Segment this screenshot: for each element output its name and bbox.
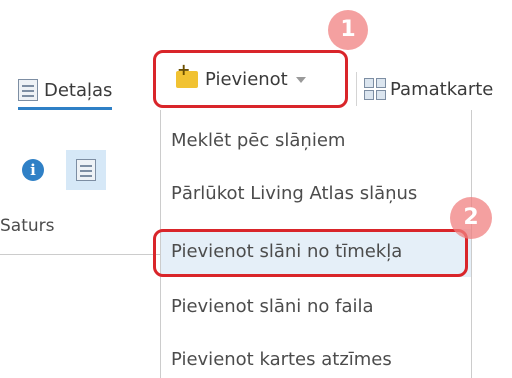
active-tab-indicator xyxy=(18,107,113,110)
step-badge-1: 1 xyxy=(328,10,368,50)
menu-item-browse-living-atlas[interactable]: Pārlūkot Living Atlas slāņus xyxy=(171,183,417,204)
tab-basemap-label: Pamatkarte xyxy=(390,78,494,100)
tab-details[interactable]: Detaļas xyxy=(18,72,113,110)
menu-item-add-map-notes[interactable]: Pievienot kartes atzīmes xyxy=(171,349,392,370)
tab-basemap[interactable]: Pamatkarte xyxy=(364,72,493,106)
menu-item-search-layers[interactable]: Meklēt pēc slāņiem xyxy=(171,130,345,151)
basemap-grid-icon xyxy=(364,78,386,100)
content-button[interactable] xyxy=(66,150,106,190)
section-title: Saturs xyxy=(0,216,55,236)
tab-details-label: Detaļas xyxy=(44,79,113,101)
chevron-down-icon xyxy=(295,77,306,83)
content-doc-icon xyxy=(76,159,96,181)
info-icon[interactable]: i xyxy=(22,159,44,181)
toolbar-divider xyxy=(356,72,357,106)
add-button[interactable]: + Pievienot xyxy=(153,50,348,108)
add-folder-icon: + xyxy=(176,61,198,88)
menu-item-add-layer-from-file[interactable]: Pievienot slāni no faila xyxy=(171,296,374,317)
details-doc-icon xyxy=(18,79,38,101)
highlight-frame-menu-item xyxy=(153,229,468,277)
side-panel-icons: i xyxy=(22,150,106,190)
add-button-label: Pievienot xyxy=(205,68,288,90)
step-badge-2: 2 xyxy=(450,197,492,239)
section-divider xyxy=(0,254,160,255)
